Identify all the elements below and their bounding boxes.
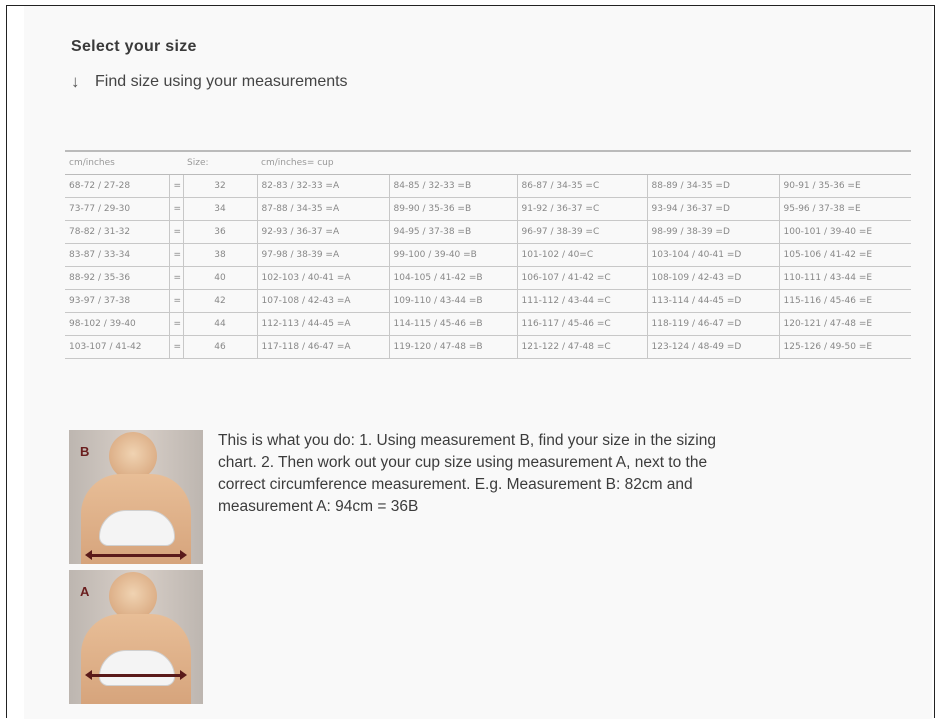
table-cell: 117-118 / 46-47 =A bbox=[257, 335, 390, 359]
table-header-cell bbox=[169, 150, 183, 175]
table-cell: 97-98 / 38-39 =A bbox=[257, 243, 390, 267]
table-cell: 83-87 / 33-34 bbox=[65, 243, 170, 267]
table-cell: 101-102 / 40=C bbox=[517, 243, 648, 267]
table-cell: 73-77 / 29-30 bbox=[65, 197, 170, 221]
table-header-cell bbox=[647, 150, 779, 175]
table-cell: 123-124 / 48-49 =D bbox=[647, 335, 780, 359]
table-cell: = bbox=[169, 289, 184, 313]
table-cell: 78-82 / 31-32 bbox=[65, 220, 170, 244]
table-cell: 42 bbox=[183, 289, 258, 313]
table-cell: 99-100 / 39-40 =B bbox=[389, 243, 518, 267]
table-cell: 98-102 / 39-40 bbox=[65, 312, 170, 336]
table-cell: = bbox=[169, 312, 184, 336]
table-cell: 46 bbox=[183, 335, 258, 359]
page-title: Select your size bbox=[71, 38, 197, 55]
table-cell: 36 bbox=[183, 220, 258, 244]
arrow-down-icon: ↓ bbox=[71, 72, 80, 91]
table-cell: = bbox=[169, 335, 184, 359]
table-cell: 115-116 / 45-46 =E bbox=[779, 289, 911, 313]
measurement-b-photo: B bbox=[69, 430, 203, 564]
table-cell: 106-107 / 41-42 =C bbox=[517, 266, 648, 290]
table-cell: 93-94 / 36-37 =D bbox=[647, 197, 780, 221]
measure-arrow-icon bbox=[85, 550, 187, 560]
photo-letter-b: B bbox=[80, 444, 90, 459]
table-cell: 34 bbox=[183, 197, 258, 221]
table-cell: 118-119 / 46-47 =D bbox=[647, 312, 780, 336]
table-row: 98-102 / 39-40 = 44 112-113 / 44-45 =A 114-1… bbox=[65, 312, 911, 336]
table-cell: 82-83 / 32-33 =A bbox=[257, 174, 390, 198]
table-row: 103-107 / 41-42 = 46 117-118 / 46-47 =A 119-… bbox=[65, 335, 911, 359]
table-cell: 98-99 / 38-39 =D bbox=[647, 220, 780, 244]
table-cell: 102-103 / 40-41 =A bbox=[257, 266, 390, 290]
find-size-label: Find size using your measurements bbox=[95, 73, 348, 90]
photo-letter-a: A bbox=[80, 584, 90, 599]
table-cell: 109-110 / 43-44 =B bbox=[389, 289, 518, 313]
table-cell: 87-88 / 34-35 =A bbox=[257, 197, 390, 221]
table-row: 68-72 / 27-28 = 32 82-83 / 32-33 =A 84-85 / … bbox=[65, 174, 911, 198]
table-cell: 121-122 / 47-48 =C bbox=[517, 335, 648, 359]
table-cell: 93-97 / 37-38 bbox=[65, 289, 170, 313]
table-cell: 103-104 / 40-41 =D bbox=[647, 243, 780, 267]
table-cell: 105-106 / 41-42 =E bbox=[779, 243, 911, 267]
size-table-container: cm/inches Size: cm/inches= cup 68-72 / 27-… bbox=[65, 150, 911, 359]
table-cell: 68-72 / 27-28 bbox=[65, 174, 170, 198]
table-row: 93-97 / 37-38 = 42 107-108 / 42-43 =A 109-11… bbox=[65, 289, 911, 313]
measure-arrow-icon bbox=[85, 670, 187, 680]
table-row: 83-87 / 33-34 = 38 97-98 / 38-39 =A 99-100 /… bbox=[65, 243, 911, 267]
table-cell: 88-92 / 35-36 bbox=[65, 266, 170, 290]
table-header-cell: cm/inches bbox=[65, 150, 169, 175]
instructions-text: This is what you do: 1. Using measuremen… bbox=[218, 432, 716, 515]
table-header-cell bbox=[779, 150, 911, 175]
table-row: 78-82 / 31-32 = 36 92-93 / 36-37 =A 94-95 / … bbox=[65, 220, 911, 244]
table-cell: 96-97 / 38-39 =C bbox=[517, 220, 648, 244]
table-cell: 88-89 / 34-35 =D bbox=[647, 174, 780, 198]
table-cell: 89-90 / 35-36 =B bbox=[389, 197, 518, 221]
table-cell: 92-93 / 36-37 =A bbox=[257, 220, 390, 244]
table-header-cell bbox=[389, 150, 517, 175]
table-row: 73-77 / 29-30 = 34 87-88 / 34-35 =A 89-90 / … bbox=[65, 197, 911, 221]
table-cell: 113-114 / 44-45 =D bbox=[647, 289, 780, 313]
table-header-cell: Size: bbox=[183, 150, 257, 175]
table-cell: 90-91 / 35-36 =E bbox=[779, 174, 911, 198]
table-cell: 114-115 / 45-46 =B bbox=[389, 312, 518, 336]
table-cell: 110-111 / 43-44 =E bbox=[779, 266, 911, 290]
table-cell: = bbox=[169, 243, 184, 267]
table-cell: 111-112 / 43-44 =C bbox=[517, 289, 648, 313]
table-header-row: cm/inches Size: cm/inches= cup bbox=[65, 150, 911, 175]
size-table: cm/inches Size: cm/inches= cup 68-72 / 27-… bbox=[65, 150, 911, 359]
measurement-images: B A bbox=[69, 430, 203, 710]
table-cell: 116-117 / 45-46 =C bbox=[517, 312, 648, 336]
table-cell: 104-105 / 41-42 =B bbox=[389, 266, 518, 290]
table-cell: 84-85 / 32-33 =B bbox=[389, 174, 518, 198]
table-cell: 91-92 / 36-37 =C bbox=[517, 197, 648, 221]
table-cell: 32 bbox=[183, 174, 258, 198]
table-cell: = bbox=[169, 197, 184, 221]
table-cell: 107-108 / 42-43 =A bbox=[257, 289, 390, 313]
table-cell: 112-113 / 44-45 =A bbox=[257, 312, 390, 336]
table-cell: 119-120 / 47-48 =B bbox=[389, 335, 518, 359]
table-cell: 120-121 / 47-48 =E bbox=[779, 312, 911, 336]
table-cell: 100-101 / 39-40 =E bbox=[779, 220, 911, 244]
table-header-cell: cm/inches= cup bbox=[257, 150, 389, 175]
table-cell: 38 bbox=[183, 243, 258, 267]
table-cell: 86-87 / 34-35 =C bbox=[517, 174, 648, 198]
table-cell: = bbox=[169, 220, 184, 244]
table-header-cell bbox=[517, 150, 647, 175]
table-cell: 44 bbox=[183, 312, 258, 336]
table-cell: 125-126 / 49-50 =E bbox=[779, 335, 911, 359]
find-size-link[interactable]: ↓ Find size using your measurements bbox=[71, 72, 348, 92]
table-cell: 108-109 / 42-43 =D bbox=[647, 266, 780, 290]
table-row: 88-92 / 35-36 = 40 102-103 / 40-41 =A 104-10… bbox=[65, 266, 911, 290]
table-cell: = bbox=[169, 174, 184, 198]
table-cell: 40 bbox=[183, 266, 258, 290]
table-cell: 94-95 / 37-38 =B bbox=[389, 220, 518, 244]
table-cell: 95-96 / 37-38 =E bbox=[779, 197, 911, 221]
table-cell: 103-107 / 41-42 bbox=[65, 335, 170, 359]
measurement-a-photo: A bbox=[69, 570, 203, 704]
table-cell: = bbox=[169, 266, 184, 290]
